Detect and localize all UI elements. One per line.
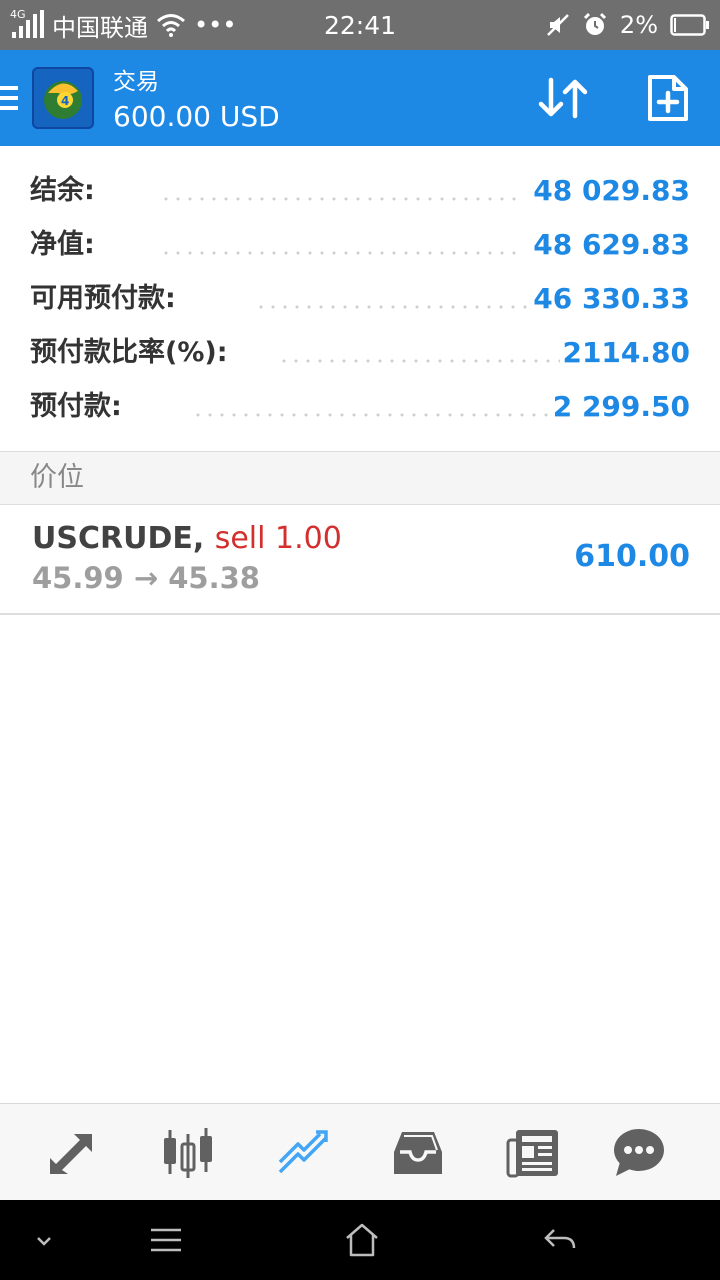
summary-label: 预付款比率(%): bbox=[30, 337, 228, 368]
nav-quotes[interactable] bbox=[44, 1126, 100, 1180]
signal-icon: 4G bbox=[10, 8, 44, 40]
app-bar: 4 交易 600.00 USD bbox=[0, 50, 720, 146]
screen-title: 交易 bbox=[113, 69, 159, 95]
battery-percent: 2% bbox=[619, 11, 658, 39]
network-type: 4G bbox=[10, 8, 26, 21]
summary-value: 48 629.83 bbox=[533, 228, 690, 261]
menu-lines-icon bbox=[151, 1228, 181, 1252]
nav-trade[interactable] bbox=[276, 1126, 332, 1180]
home-button[interactable] bbox=[342, 1222, 382, 1258]
history-inbox-icon bbox=[394, 1132, 442, 1174]
summary-value: 46 330.33 bbox=[533, 282, 690, 315]
summary-row-margin: 预付款: 2 299.50 bbox=[0, 380, 720, 434]
trade-icon bbox=[278, 1130, 328, 1174]
alarm-icon bbox=[583, 12, 606, 35]
nav-chat[interactable] bbox=[612, 1126, 668, 1180]
nav-history[interactable] bbox=[390, 1126, 446, 1180]
back-arrow-icon bbox=[544, 1229, 576, 1249]
position-prices: 45.99 → 45.38 bbox=[32, 561, 260, 595]
dotted-leader bbox=[255, 305, 535, 309]
bottom-navigation bbox=[0, 1103, 720, 1200]
back-button[interactable] bbox=[540, 1222, 580, 1258]
account-balance-header: 600.00 USD bbox=[113, 100, 280, 133]
carrier-name: 中国联通 bbox=[52, 13, 148, 42]
summary-row-margin-level: 预付款比率(%): 2114.80 bbox=[0, 326, 720, 380]
position-title: USCRUDE, sell 1.00 bbox=[32, 521, 342, 556]
summary-row-balance: 结余: 48 029.83 bbox=[0, 164, 720, 218]
summary-value: 2114.80 bbox=[562, 336, 690, 369]
clock: 22:41 bbox=[323, 10, 397, 40]
recents-button[interactable] bbox=[146, 1222, 186, 1258]
status-bar: 4G 中国联通 ••• 22:41 2% bbox=[0, 0, 720, 50]
position-profit: 610.00 bbox=[574, 539, 690, 574]
nav-news[interactable] bbox=[506, 1126, 562, 1180]
dotted-leader bbox=[160, 197, 520, 201]
summary-row-equity: 净值: 48 629.83 bbox=[0, 218, 720, 272]
chevron-down-icon bbox=[37, 1237, 51, 1246]
summary-label: 可用预付款: bbox=[30, 283, 176, 314]
summary-label: 预付款: bbox=[30, 391, 122, 422]
summary-value: 48 029.83 bbox=[533, 174, 690, 207]
chart-candles-icon bbox=[164, 1128, 212, 1178]
account-summary: 结余: 48 029.83 净值: 48 629.83 可用预付款: 46 33… bbox=[0, 164, 720, 434]
metatrader-logo-icon: 4 bbox=[32, 67, 94, 129]
sort-icon bbox=[538, 77, 588, 119]
dotted-leader bbox=[160, 251, 520, 255]
summary-label: 结余: bbox=[30, 175, 95, 206]
dotted-leader bbox=[192, 413, 550, 417]
dotted-leader bbox=[278, 359, 560, 363]
quotes-arrows-icon bbox=[50, 1134, 92, 1174]
battery-icon bbox=[670, 14, 709, 36]
more-notifications: ••• bbox=[194, 11, 237, 39]
sort-button[interactable] bbox=[535, 74, 591, 122]
summary-row-free-margin: 可用预付款: 46 330.33 bbox=[0, 272, 720, 326]
mute-icon bbox=[547, 14, 569, 36]
new-order-button[interactable] bbox=[646, 74, 690, 122]
position-side: sell 1.00 bbox=[214, 521, 342, 556]
summary-label: 净值: bbox=[30, 229, 95, 260]
news-icon bbox=[506, 1130, 558, 1178]
collapse-button[interactable] bbox=[24, 1222, 64, 1258]
summary-value: 2 299.50 bbox=[552, 390, 690, 423]
wifi-icon bbox=[157, 14, 185, 37]
add-document-icon bbox=[648, 75, 688, 121]
menu-icon[interactable] bbox=[0, 86, 20, 112]
nav-charts[interactable] bbox=[160, 1126, 216, 1180]
chat-icon bbox=[614, 1129, 664, 1176]
position-symbol: USCRUDE, bbox=[32, 521, 205, 556]
svg-text:4: 4 bbox=[61, 94, 69, 108]
system-navigation-bar bbox=[0, 1200, 720, 1280]
home-icon bbox=[346, 1223, 378, 1257]
positions-section-header: 价位 bbox=[0, 451, 720, 505]
section-title: 价位 bbox=[30, 462, 84, 493]
position-row[interactable]: USCRUDE, sell 1.00 45.99 → 45.38 610.00 bbox=[0, 505, 720, 615]
